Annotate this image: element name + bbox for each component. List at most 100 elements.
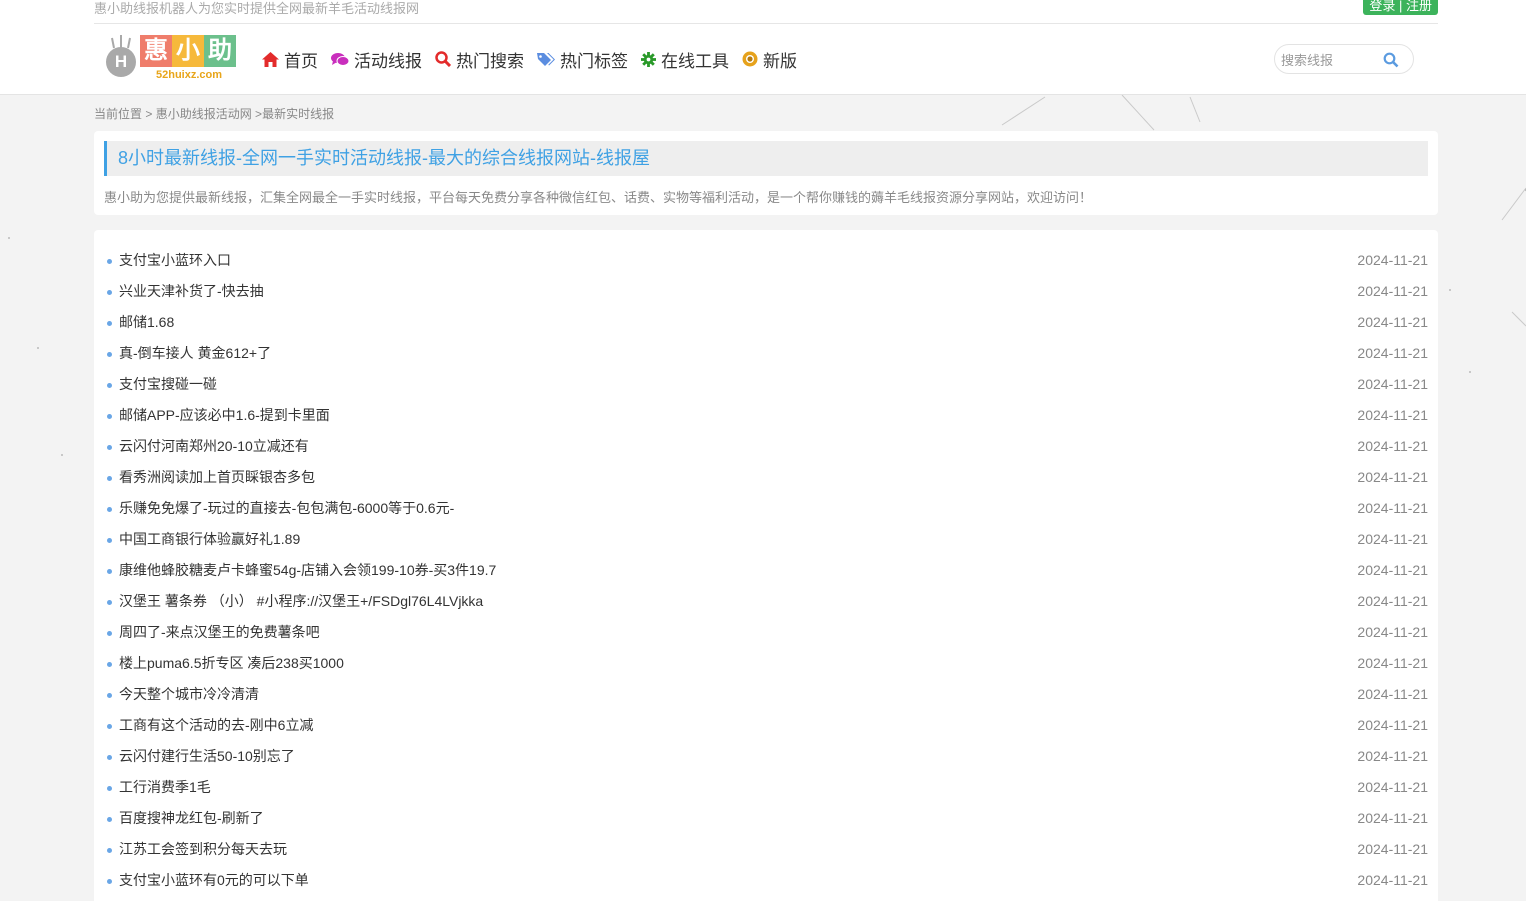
post-date: 2024-11-21 xyxy=(1357,593,1428,609)
site-tagline: 惠小助线报机器人为您实时提供全网最新羊毛活动线报网 xyxy=(94,1,420,16)
logo-domain: 52huixz.com xyxy=(156,69,223,81)
gear-icon xyxy=(641,51,656,67)
list-item: 云闪付建行生活50-10别忘了 2024-11-21 xyxy=(104,741,1428,772)
post-date: 2024-11-21 xyxy=(1357,748,1428,764)
bullet-dot xyxy=(107,414,112,419)
post-date: 2024-11-21 xyxy=(1357,686,1428,702)
post-list: 支付宝小蓝环入口 2024-11-21 兴业天津补货了-快去抽 2024-11-21 邮… xyxy=(104,245,1428,896)
nav-label: 热门标签 xyxy=(560,51,628,71)
bullet-dot xyxy=(107,445,112,450)
list-item: 真-倒车接人 黄金612+了 2024-11-21 xyxy=(104,338,1428,369)
nav-label: 首页 xyxy=(284,51,318,71)
nav-label: 新版 xyxy=(763,51,797,71)
search-input[interactable] xyxy=(1281,51,1377,69)
post-list-panel: 支付宝小蓝环入口 2024-11-21 兴业天津补货了-快去抽 2024-11-21 邮… xyxy=(94,230,1438,901)
bullet-dot xyxy=(107,724,112,729)
nav-item-hot-tags[interactable]: 热门标签 xyxy=(537,48,628,71)
post-title-link[interactable]: 楼上puma6.5折专区 凑后238买1000 xyxy=(119,648,344,679)
post-date: 2024-11-21 xyxy=(1357,562,1428,578)
bullet-dot xyxy=(107,879,112,884)
bullet-dot xyxy=(107,569,112,574)
site-header: 惠小助线报机器人为您实时提供全网最新羊毛活动线报网 登录 | 注册 H 惠 小 … xyxy=(0,0,1526,95)
page-description: 惠小助为您提供最新线报，汇集全网最全一手实时线报，平台每天免费分享各种微信红包、… xyxy=(104,190,1093,205)
nav-item-tools[interactable]: 在线工具 xyxy=(641,48,729,71)
nav-label: 在线工具 xyxy=(661,51,729,71)
post-title-link[interactable]: 工商有这个活动的去-刚中6立减 xyxy=(119,710,313,741)
nav-label: 热门搜索 xyxy=(456,51,524,71)
list-item: 百度搜神龙红包-刷新了 2024-11-21 xyxy=(104,803,1428,834)
post-title-link[interactable]: 工行消费季1毛 xyxy=(119,772,211,803)
logo-char: 助 xyxy=(204,35,236,67)
search-box xyxy=(1274,44,1414,74)
bullet-dot xyxy=(107,817,112,822)
post-title-link[interactable]: 支付宝小蓝环入口 xyxy=(119,245,231,276)
bullet-dot xyxy=(107,693,112,698)
bullet-dot xyxy=(107,352,112,357)
post-title-link[interactable]: 支付宝小蓝环有0元的可以下单 xyxy=(119,865,309,896)
bullet-dot xyxy=(107,476,112,481)
post-date: 2024-11-21 xyxy=(1357,779,1428,795)
bullet-dot xyxy=(107,631,112,636)
bullet-dot xyxy=(107,600,112,605)
post-date: 2024-11-21 xyxy=(1357,345,1428,361)
list-item: 支付宝搜碰一碰 2024-11-21 xyxy=(104,369,1428,400)
post-title-link[interactable]: 中国工商银行体验赢好礼1.89 xyxy=(119,524,300,555)
breadcrumb-separator: > xyxy=(142,107,156,121)
post-date: 2024-11-21 xyxy=(1357,283,1428,299)
bullet-dot xyxy=(107,538,112,543)
bullet-dot xyxy=(107,848,112,853)
post-title-link[interactable]: 江苏工会签到积分每天去玩 xyxy=(119,834,287,865)
list-item: 中国工商银行体验赢好礼1.89 2024-11-21 xyxy=(104,524,1428,555)
comments-icon xyxy=(331,52,349,66)
post-date: 2024-11-21 xyxy=(1357,407,1428,423)
post-title-link[interactable]: 支付宝搜碰一碰 xyxy=(119,369,217,400)
bullet-dot xyxy=(107,786,112,791)
auth-separator: | xyxy=(1398,0,1403,13)
post-title-link[interactable]: 今天整个城市冷冷清清 xyxy=(119,679,259,710)
search-button-icon[interactable] xyxy=(1383,52,1399,68)
nav-label: 活动线报 xyxy=(354,51,422,71)
list-item: 周四了-来点汉堡王的免费薯条吧 2024-11-21 xyxy=(104,617,1428,648)
post-title-link[interactable]: 云闪付建行生活50-10别忘了 xyxy=(119,741,295,772)
post-title-link[interactable]: 云闪付河南郑州20-10立减还有 xyxy=(119,431,309,462)
nav-item-deals[interactable]: 活动线报 xyxy=(331,48,422,71)
breadcrumb-home-link[interactable]: 惠小助线报活动网 xyxy=(156,107,252,121)
post-title-link[interactable]: 兴业天津补货了-快去抽 xyxy=(119,276,264,307)
list-item: 邮储APP-应该必中1.6-提到卡里面 2024-11-21 xyxy=(104,400,1428,431)
list-item: 邮储1.68 2024-11-21 xyxy=(104,307,1428,338)
post-title-link[interactable]: 汉堡王 薯条券 （小） #小程序://汉堡王+/FSDgl76L4LVjkka xyxy=(119,586,483,617)
list-item: 楼上puma6.5折专区 凑后238买1000 2024-11-21 xyxy=(104,648,1428,679)
bullet-dot xyxy=(107,259,112,264)
site-logo[interactable]: H 惠 小 助 52huixz.com xyxy=(104,33,244,85)
breadcrumb-prefix: 当前位置 xyxy=(94,107,143,121)
post-title-link[interactable]: 真-倒车接人 黄金612+了 xyxy=(119,338,271,369)
nav-item-new-version[interactable]: 新版 xyxy=(742,48,797,71)
nav-item-home[interactable]: 首页 xyxy=(262,48,318,71)
logo-char: 惠 xyxy=(140,35,172,67)
register-link[interactable]: 注册 xyxy=(1406,0,1432,13)
post-title-link[interactable]: 看秀洲阅读加上首页睬银杏多包 xyxy=(119,462,315,493)
post-date: 2024-11-21 xyxy=(1357,314,1428,330)
bullet-dot xyxy=(107,662,112,667)
list-item: 江苏工会签到积分每天去玩 2024-11-21 xyxy=(104,834,1428,865)
post-title-link[interactable]: 周四了-来点汉堡王的免费薯条吧 xyxy=(119,617,320,648)
list-item: 汉堡王 薯条券 （小） #小程序://汉堡王+/FSDgl76L4LVjkka 2… xyxy=(104,586,1428,617)
post-title-link[interactable]: 邮储APP-应该必中1.6-提到卡里面 xyxy=(119,400,330,431)
post-title-link[interactable]: 乐赚免免爆了-玩过的直接去-包包满包-6000等于0.6元- xyxy=(119,493,454,524)
list-item: 工行消费季1毛 2024-11-21 xyxy=(104,772,1428,803)
post-date: 2024-11-21 xyxy=(1357,376,1428,392)
login-link[interactable]: 登录 xyxy=(1369,0,1395,13)
nav-item-hot-search[interactable]: 热门搜索 xyxy=(435,48,524,71)
breadcrumb: 当前位置 > 惠小助线报活动网 >最新实时线报 xyxy=(94,105,334,122)
post-date: 2024-11-21 xyxy=(1357,500,1428,516)
post-title-link[interactable]: 百度搜神龙红包-刷新了 xyxy=(119,803,264,834)
intro-panel: 8小时最新线报-全网一手实时活动线报-最大的综合线报网站-线报屋 惠小助为您提供… xyxy=(94,131,1438,215)
post-title-link[interactable]: 邮储1.68 xyxy=(119,307,174,338)
list-item: 兴业天津补货了-快去抽 2024-11-21 xyxy=(104,276,1428,307)
main-header: H 惠 小 助 52huixz.com 首页 活动线报 热门搜索 热门标签 在线… xyxy=(94,24,1438,94)
list-item: 云闪付河南郑州20-10立减还有 2024-11-21 xyxy=(104,431,1428,462)
logo-chars: 惠 小 助 xyxy=(140,35,236,67)
list-item: 支付宝小蓝环入口 2024-11-21 xyxy=(104,245,1428,276)
post-title-link[interactable]: 康维他蜂胶糖麦卢卡蜂蜜54g-店铺入会领199-10券-买3件19.7 xyxy=(119,555,496,586)
list-item: 支付宝小蓝环有0元的可以下单 2024-11-21 xyxy=(104,865,1428,896)
